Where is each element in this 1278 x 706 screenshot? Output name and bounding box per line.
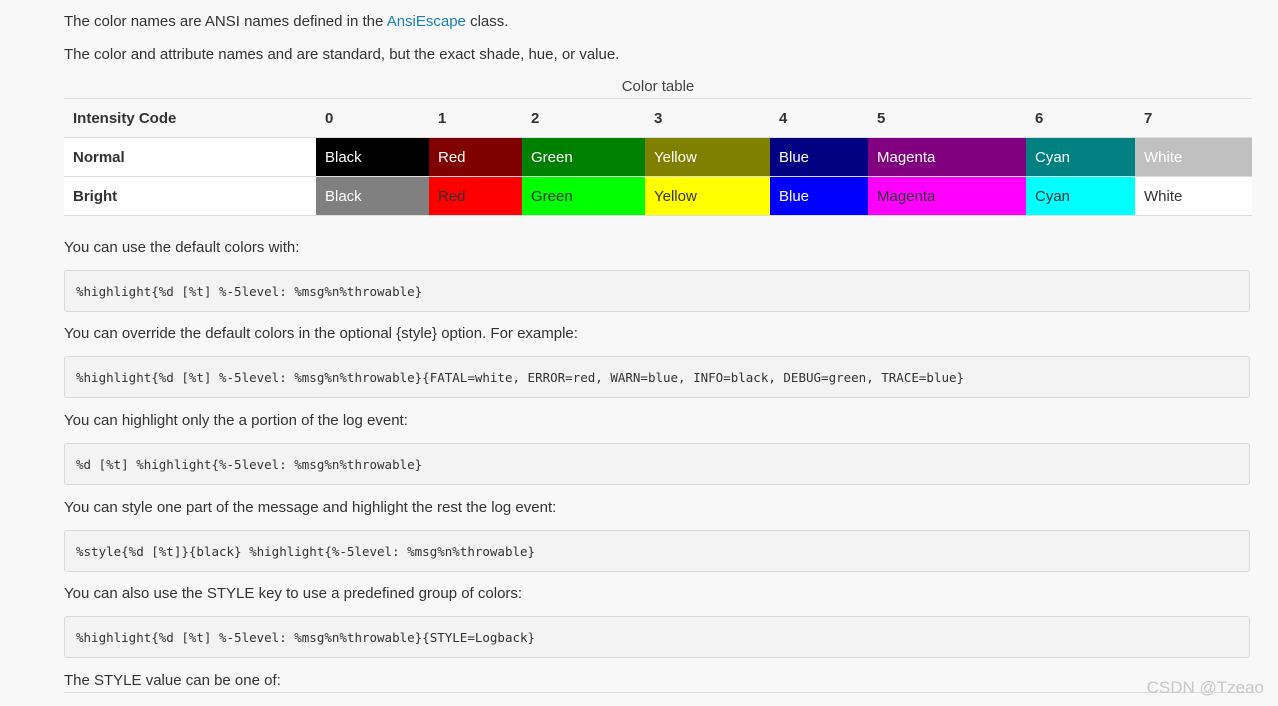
color-cell: Black [316,176,429,216]
color-cell: Magenta [868,176,1026,216]
row-label: Bright [64,176,316,216]
color-cell: Red [429,176,522,216]
color-cell: White [1135,137,1252,177]
color-cell: Yellow [645,137,770,177]
watermark: CSDN @Tzeao [1146,678,1264,697]
section-text: You can style one part of the message an… [64,499,557,516]
code-block[interactable]: %style{%d [%t]}{black} %highlight{%-5lev… [64,530,1250,572]
color-row-normal: Normal Black Red Green Yellow Blue Magenta Cyan… [64,137,1252,177]
code-block[interactable]: %highlight{%d [%t] %-5level: %msg%n%thro… [64,270,1250,312]
section-text: You can also use the STYLE key to use a … [64,585,523,602]
final-text: The STYLE value can be one of: [64,672,281,689]
code-block[interactable]: %d [%t] %highlight{%-5level: %msg%n%thro… [64,443,1250,485]
color-cell: Cyan [1026,137,1135,177]
section-text: You can override the default colors in t… [64,325,578,342]
color-cell: Yellow [645,176,770,216]
header-code: 2 [522,98,645,138]
code-block[interactable]: %highlight{%d [%t] %-5level: %msg%n%thro… [64,616,1250,658]
color-row-bright: Bright Black Red Green Yellow Blue Magenta Cyan… [64,176,1252,216]
color-cell: Magenta [868,137,1026,177]
header-code: 1 [429,98,522,138]
section-text: You can use the default colors with: [64,239,300,256]
header-code: 4 [770,98,868,138]
header-code: 5 [868,98,1026,138]
intro-line-1: The color names are ANSI names defined i… [64,13,509,30]
header-code: 7 [1135,98,1252,138]
ansiescape-link[interactable]: AnsiEscape [387,13,466,30]
color-cell: Green [522,176,645,216]
color-cell: Green [522,137,645,177]
bottom-divider [64,692,1252,693]
header-intensity-code: Intensity Code [64,98,316,138]
color-cell: Blue [770,176,868,216]
color-cell: White [1135,176,1252,216]
header-code: 0 [316,98,429,138]
color-cell: Red [429,137,522,177]
color-cell: Black [316,137,429,177]
row-label: Normal [64,137,316,177]
intro-line-2: The color and attribute names and are st… [64,46,620,63]
header-code: 6 [1026,98,1135,138]
color-cell: Cyan [1026,176,1135,216]
section-text: You can highlight only the a portion of … [64,412,408,429]
table-caption: Color table [621,78,695,95]
table-header-row: Intensity Code 0 1 2 3 4 5 6 7 [64,98,1252,138]
header-code: 3 [645,98,770,138]
color-cell: Blue [770,137,868,177]
color-table: Intensity Code 0 1 2 3 4 5 6 7 Normal Bla… [64,98,1252,216]
code-block[interactable]: %highlight{%d [%t] %-5level: %msg%n%thro… [64,356,1250,398]
